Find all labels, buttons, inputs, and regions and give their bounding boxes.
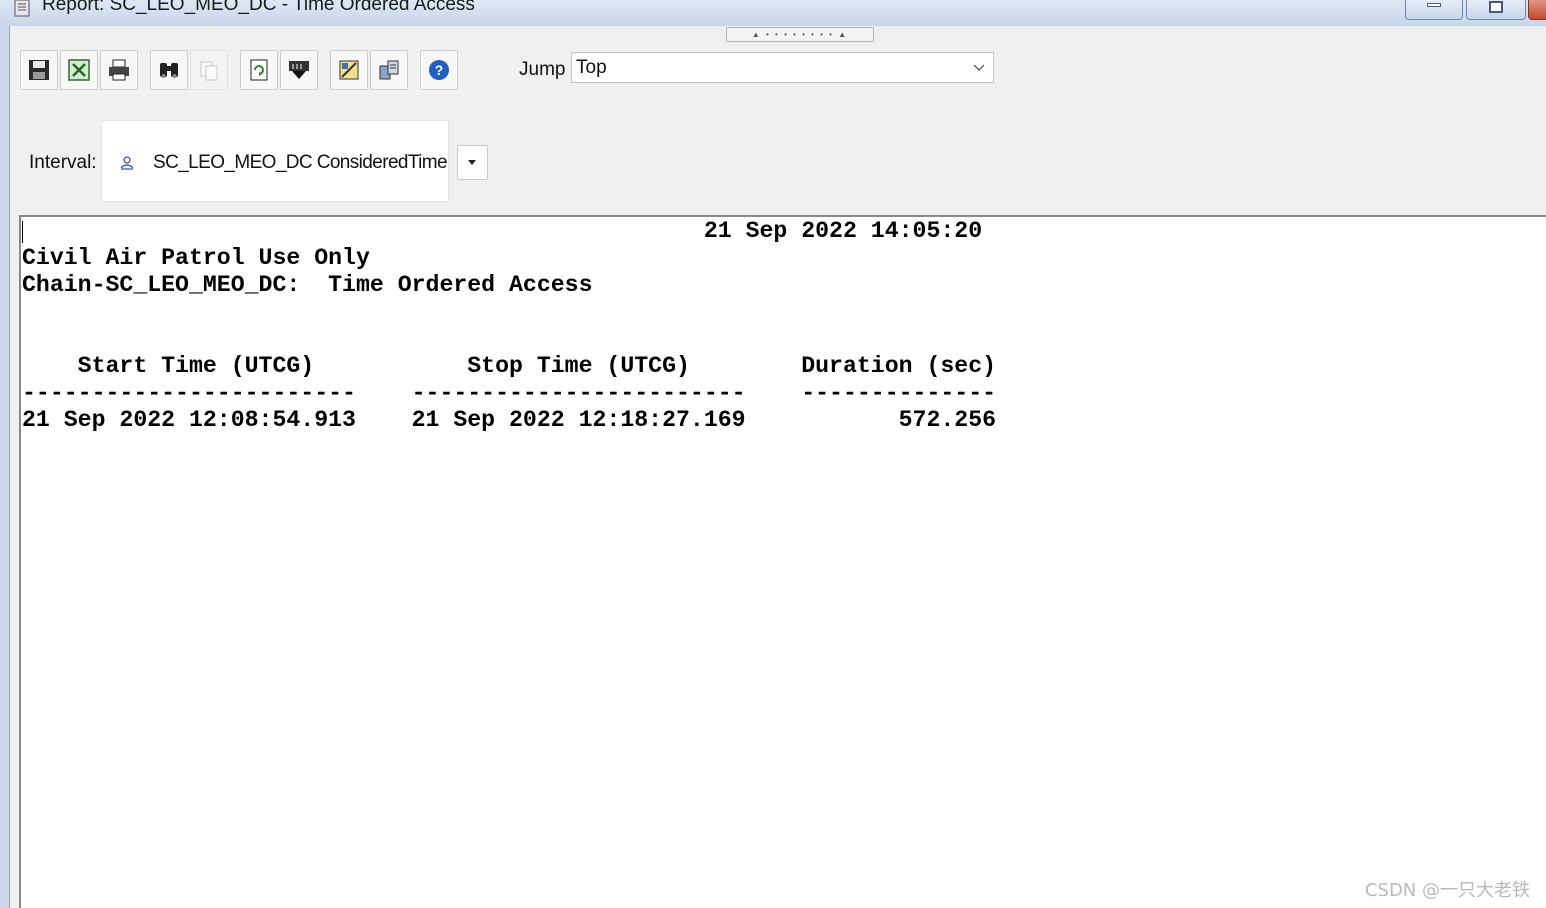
interval-component-icon: [120, 156, 134, 170]
chevron-down-icon: [973, 64, 985, 71]
maximize-button[interactable]: [1466, 0, 1526, 20]
caret-down-icon: [468, 160, 476, 165]
report-line-date: 21 Sep 2022 14:05:20: [22, 218, 983, 244]
report-line-chain-title: Chain-SC_LEO_MEO_DC: Time Ordered Access: [22, 272, 593, 298]
window-title: Report: SC_LEO_MEO_DC - Time Ordered Acc…: [42, 0, 475, 15]
help-icon: ?: [429, 60, 449, 80]
report-content: 21 Sep 2022 14:05:20 Civil Air Patrol Us…: [22, 218, 996, 434]
report-table-separator: ------------------------ ---------------…: [22, 380, 997, 406]
find-binoculars-icon: [160, 63, 178, 78]
watermark: CSDN @一只大老铁: [1364, 880, 1530, 901]
interval-value: SC_LEO_MEO_DC ConsideredTimeS: [153, 152, 449, 173]
print-icon: [109, 59, 129, 81]
refresh-icon: [250, 59, 268, 81]
insert-report-button[interactable]: [280, 50, 318, 90]
jump-selected-value: Top: [576, 57, 607, 78]
report-text-area[interactable]: 21 Sep 2022 14:05:20 Civil Air Patrol Us…: [19, 215, 1546, 908]
interval-selector[interactable]: SC_LEO_MEO_DC ConsideredTimeS: [101, 120, 449, 202]
minimize-icon: [1427, 3, 1441, 7]
copy-button[interactable]: [190, 50, 228, 90]
save-button[interactable]: [20, 50, 58, 90]
export-excel-button[interactable]: [60, 50, 98, 90]
minimize-button[interactable]: [1405, 0, 1463, 20]
report-style-icon: [339, 60, 359, 80]
report-manager-icon: [379, 60, 399, 80]
report-window: ▲ • • • • • • • • ▲ ? Jump Top Interval:…: [9, 26, 1546, 908]
maximize-icon: [1489, 1, 1503, 13]
close-button[interactable]: [1528, 0, 1546, 20]
refresh-button[interactable]: [240, 50, 278, 90]
excel-export-icon: [68, 59, 90, 81]
report-table-header: Start Time (UTCG) Stop Time (UTCG) Durat…: [22, 353, 997, 379]
jump-dropdown[interactable]: Top: [571, 52, 994, 83]
copy-icon: [200, 61, 218, 81]
report-manager-button[interactable]: [370, 50, 408, 90]
title-bar: Report: SC_LEO_MEO_DC - Time Ordered Acc…: [0, 0, 1546, 26]
svg-text:?: ?: [435, 62, 444, 78]
report-icon: [14, 0, 30, 17]
report-table-row: 21 Sep 2022 12:08:54.913 21 Sep 2022 12:…: [22, 407, 997, 433]
pane-splitter-handle[interactable]: ▲ • • • • • • • • ▲: [726, 27, 874, 42]
save-icon: [29, 60, 49, 80]
find-button[interactable]: [150, 50, 188, 90]
insert-report-icon: [289, 61, 309, 79]
interval-label: Interval:: [29, 152, 97, 173]
print-button[interactable]: [100, 50, 138, 90]
report-line-classification: Civil Air Patrol Use Only: [22, 245, 370, 271]
jump-label: Jump: [519, 59, 566, 80]
report-style-button[interactable]: [330, 50, 368, 90]
help-button[interactable]: ?: [420, 50, 458, 90]
interval-dropdown-button[interactable]: [457, 145, 488, 180]
